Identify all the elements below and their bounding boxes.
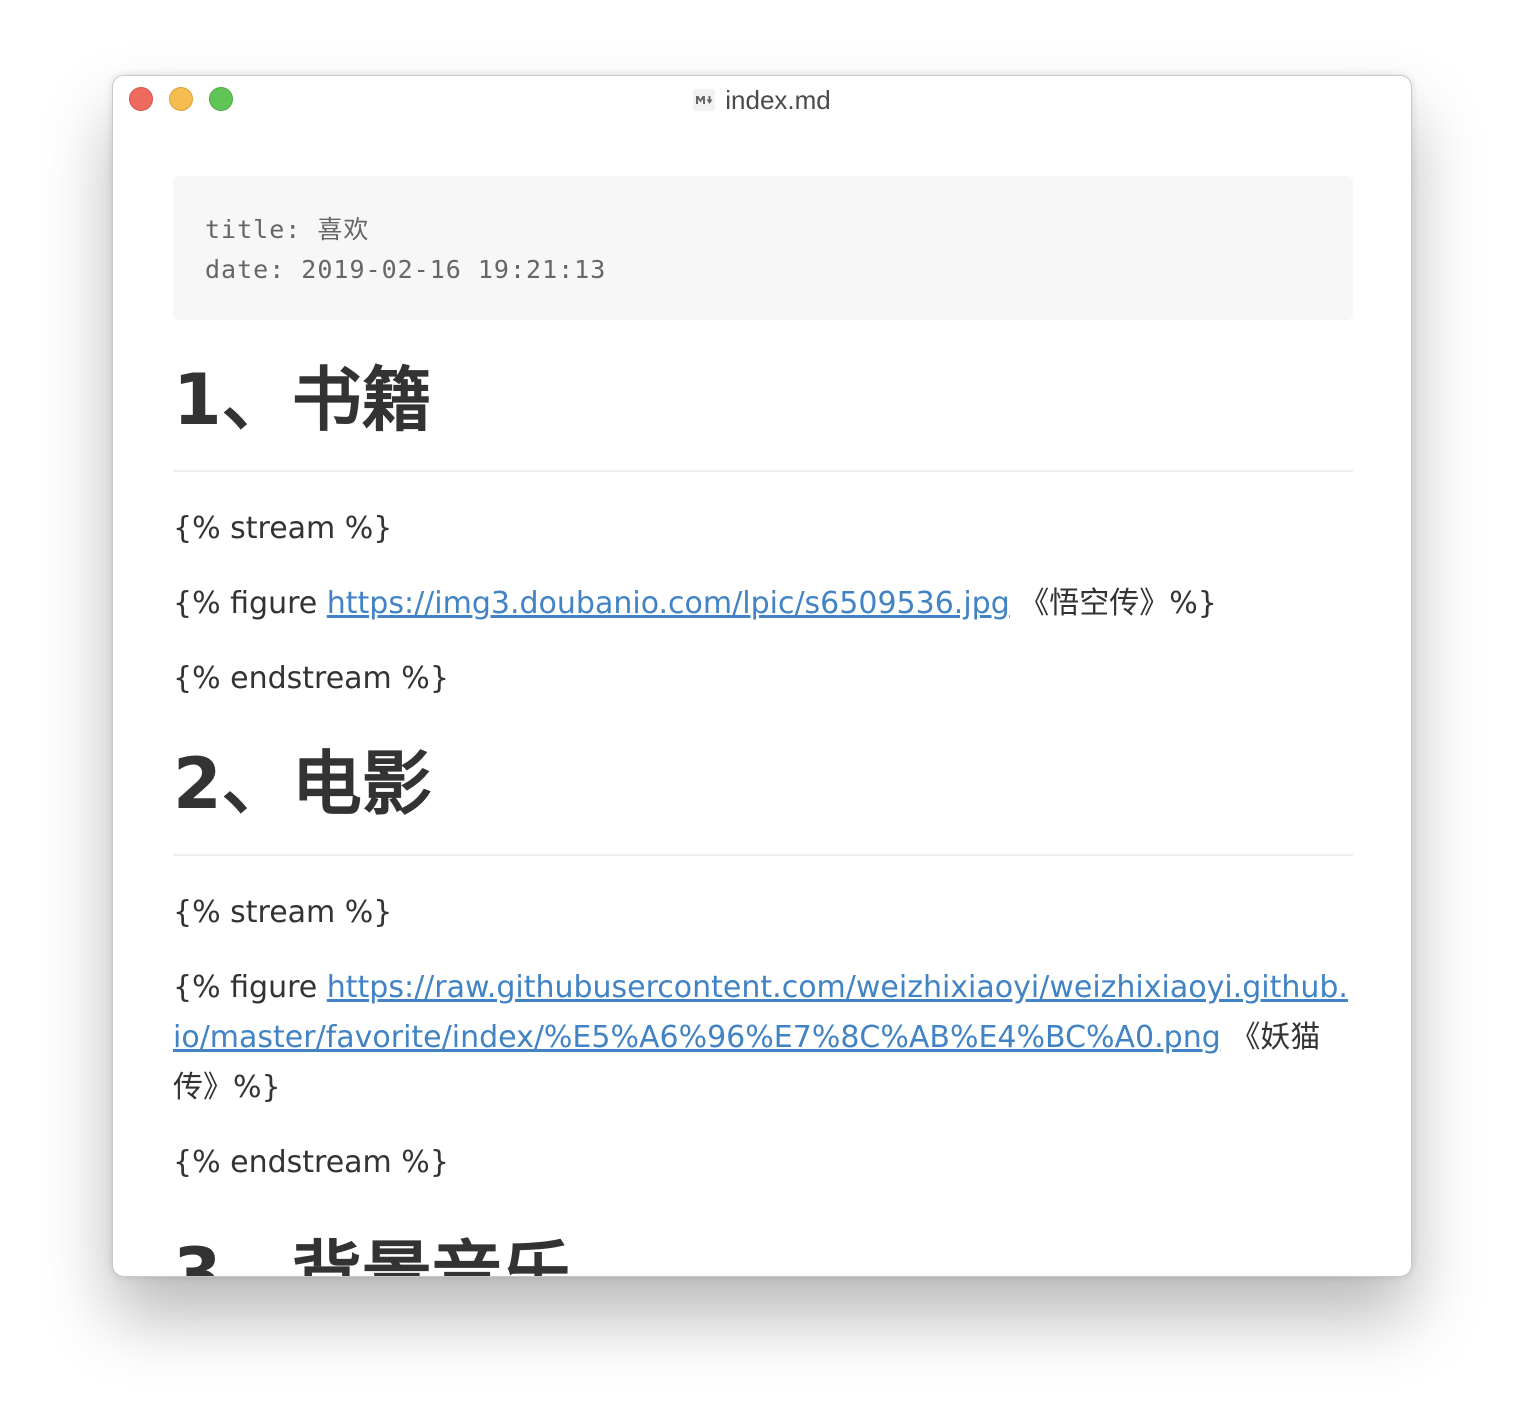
front-matter-block[interactable]: title: 喜欢 date: 2019-02-16 19:21:13 — [173, 176, 1353, 320]
stream-open-books: {% stream %} — [173, 511, 393, 546]
front-matter-title: title: 喜欢 — [205, 215, 370, 244]
stream-close-books: {% endstream %} — [173, 661, 449, 696]
heading-music: 3、背景音乐 — [173, 1233, 572, 1277]
figure-prefix: {% figure — [173, 586, 327, 621]
figure-books: {% figure https://img3.doubanio.com/lpic… — [173, 579, 1353, 629]
heading-movies: 2、电影 — [173, 738, 1353, 856]
desktop-stage: index.md title: 喜欢 date: 2019-02-16 19:2… — [0, 0, 1524, 1426]
stream-open-movies: {% stream %} — [173, 895, 393, 930]
document-content[interactable]: title: 喜欢 date: 2019-02-16 19:21:13 1、书籍… — [173, 176, 1353, 1277]
markdown-file-icon — [693, 89, 716, 111]
heading-books: 1、书籍 — [173, 354, 1353, 472]
figure-movies: {% figure https://raw.githubusercontent.… — [173, 963, 1353, 1113]
window-title: index.md — [725, 85, 831, 115]
stream-close-movies: {% endstream %} — [173, 1145, 449, 1180]
figure-suffix: 《悟空传》%} — [1009, 586, 1217, 621]
front-matter-date: date: 2019-02-16 19:21:13 — [205, 255, 607, 284]
window-title-group: index.md — [113, 84, 1411, 116]
figure-link-books[interactable]: https://img3.doubanio.com/lpic/s6509536.… — [327, 586, 1010, 621]
figure-prefix: {% figure — [173, 970, 327, 1005]
figure-link-movies[interactable]: https://raw.githubusercontent.com/weizhi… — [173, 970, 1348, 1055]
editor-window: index.md title: 喜欢 date: 2019-02-16 19:2… — [112, 75, 1412, 1277]
title-bar[interactable]: index.md — [113, 76, 1411, 124]
